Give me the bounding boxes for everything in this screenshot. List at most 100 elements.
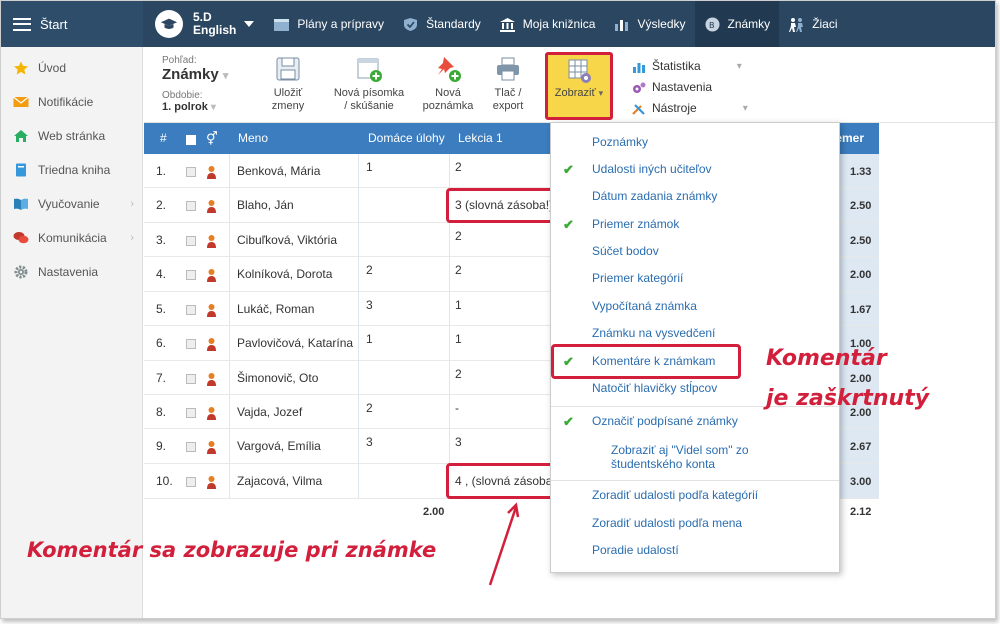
show-button[interactable]: Zobraziť ▾ [547, 57, 611, 100]
sidebar-item-intro[interactable]: Úvod [1, 51, 142, 85]
new-test-button[interactable]: Nová písomka / skúšanie [330, 55, 408, 113]
sidebar-item-teaching[interactable]: Vyučovanie › [1, 187, 142, 221]
col-header-lesson[interactable]: Lekcia 1 [458, 123, 503, 154]
print-label-1: Tlač / [494, 87, 522, 99]
lesson-grade[interactable]: 2 [455, 154, 462, 188]
dropdown-item[interactable]: Poradie udalostí [551, 543, 839, 557]
student-name[interactable]: Cibuľková, Viktória [237, 223, 337, 257]
student-name[interactable]: Benková, Mária [237, 154, 320, 188]
dropdown-item[interactable]: ✔ Označiť podpísané známky [551, 414, 839, 429]
col-header-homework[interactable]: Domáce úlohy [368, 123, 445, 154]
sidebar: Úvod Notifikácie Web stránka Triedna kni… [1, 47, 143, 618]
student-name[interactable]: Lukáč, Roman [237, 292, 314, 326]
chevron-right-icon: › [130, 232, 134, 244]
sidebar-item-label: Vyučovanie [38, 197, 100, 211]
chat-icon [13, 232, 29, 244]
row-number: 3. [156, 233, 167, 247]
row-number: 8. [156, 405, 167, 419]
homework-grade[interactable]: 3 [366, 429, 373, 463]
nav-standards[interactable]: Štandardy [393, 1, 490, 47]
book-icon [16, 163, 26, 177]
new-note-button[interactable]: Nová poznámka [420, 55, 476, 113]
nav-label: Známky [727, 17, 771, 31]
sidebar-item-communication[interactable]: Komunikácia › [1, 221, 142, 255]
class-selector[interactable]: 5.D English [143, 1, 264, 47]
chevron-right-icon: › [130, 198, 134, 210]
sidebar-item-website[interactable]: Web stránka [1, 119, 142, 153]
row-checkbox[interactable] [186, 429, 196, 463]
lesson-grade[interactable]: 3 [455, 429, 462, 463]
homework-grade[interactable]: 2 [366, 257, 373, 291]
lesson-grade[interactable]: - [455, 395, 459, 429]
row-checkbox[interactable] [186, 464, 196, 498]
lesson-grade[interactable]: 2 [455, 223, 462, 257]
row-checkbox[interactable] [186, 223, 196, 257]
dropdown-item[interactable]: Dátum zadania známky [551, 189, 839, 203]
dropdown-item[interactable]: Zoradiť udalosti podľa mena [551, 516, 839, 530]
save-button[interactable]: Uložiť zmeny [266, 55, 310, 113]
col-header-name[interactable]: Meno [238, 123, 268, 154]
dropdown-item[interactable]: Zoradiť udalosti podľa kategórií [551, 488, 839, 502]
homework-grade[interactable]: 1 [366, 154, 373, 188]
grade-with-comment[interactable]: 4 , (slovná zásoba [455, 464, 551, 498]
settings-menu[interactable]: Nastavenia [632, 77, 748, 98]
print-export-button[interactable]: Tlač / export [486, 55, 530, 113]
view-selector[interactable]: Pohľad: Známky ▾ Obdobie: 1. polrok ▾ [162, 55, 228, 113]
nav-grades[interactable]: B Známky [694, 1, 780, 47]
sidebar-item-settings[interactable]: Nastavenia [1, 255, 142, 289]
sidebar-item-notifications[interactable]: Notifikácie [1, 85, 142, 119]
dropdown-item-label: Známku na vysvedčení [592, 326, 716, 340]
dropdown-item[interactable]: ✔ Udalosti iných učiteľov [551, 162, 839, 177]
statistics-label: Štatistika [652, 59, 701, 73]
bar-chart-icon [615, 19, 629, 31]
nav-plans[interactable]: Plány a prípravy [264, 1, 393, 47]
nav-students[interactable]: Žiaci [779, 1, 846, 47]
grade-with-comment[interactable]: 3 (slovná zásoba!) [455, 188, 553, 222]
dropdown-item[interactable]: Súčet bodov [551, 244, 839, 258]
student-name[interactable]: Vargová, Emília [237, 429, 321, 463]
homework-grade[interactable]: 3 [366, 292, 373, 326]
row-checkbox[interactable] [186, 292, 196, 326]
tools-menu[interactable]: Nástroje ▾ [632, 98, 748, 119]
student-name[interactable]: Zajacová, Vilma [237, 464, 322, 498]
student-name[interactable]: Kolníková, Dorota [237, 257, 332, 291]
row-checkbox[interactable] [186, 361, 196, 395]
row-checkbox[interactable] [186, 395, 196, 429]
settings-label: Nastavenia [652, 80, 713, 94]
lesson-grade[interactable]: 1 [455, 292, 462, 326]
student-avatar-icon [206, 257, 217, 291]
student-name[interactable]: Vajda, Jozef [237, 395, 302, 429]
dropdown-item[interactable]: Vypočítaná známka [551, 299, 839, 313]
student-name[interactable]: Blaho, Ján [237, 188, 294, 222]
student-name[interactable]: Šimonovič, Oto [237, 361, 318, 395]
row-checkbox[interactable] [186, 326, 196, 360]
sidebar-item-label: Web stránka [38, 129, 106, 143]
student-name[interactable]: Pavlovičová, Katarína [237, 326, 353, 360]
student-average: 3.00 [850, 476, 872, 488]
lesson-grade[interactable]: 1 [455, 326, 462, 360]
nav-library[interactable]: Moja knižnica [490, 1, 605, 47]
dropdown-item[interactable]: Zobraziť aj "Videl som" zo študentského … [551, 443, 839, 471]
select-all-checkbox[interactable] [186, 134, 196, 145]
nav-results[interactable]: Výsledky [604, 1, 694, 47]
dropdown-item-label: Zoradiť udalosti podľa kategórií [592, 488, 759, 502]
dropdown-item[interactable]: Poznámky [551, 135, 839, 149]
row-checkbox[interactable] [186, 188, 196, 222]
homework-grade[interactable]: 2 [366, 395, 373, 429]
dropdown-item[interactable]: ✔ Priemer známok [551, 217, 839, 232]
start-menu-button[interactable]: Štart [1, 1, 143, 47]
lesson-grade[interactable]: 2 [455, 361, 462, 395]
svg-text:B: B [709, 21, 715, 30]
dropdown-item[interactable]: Známku na vysvedčení [551, 326, 839, 340]
row-checkbox[interactable] [186, 257, 196, 291]
dropdown-item[interactable]: Priemer kategórií [551, 271, 839, 285]
homework-grade[interactable]: 1 [366, 326, 373, 360]
row-checkbox[interactable] [186, 154, 196, 188]
dropdown-item-label: Súčet bodov [592, 244, 659, 258]
row-number: 4. [156, 267, 167, 281]
lesson-grade[interactable]: 2 [455, 257, 462, 291]
sidebar-item-classbook[interactable]: Triedna kniha [1, 153, 142, 187]
star-icon [14, 61, 28, 75]
col-header-number: # [160, 131, 167, 145]
statistics-menu[interactable]: Štatistika ▾ [632, 56, 748, 77]
